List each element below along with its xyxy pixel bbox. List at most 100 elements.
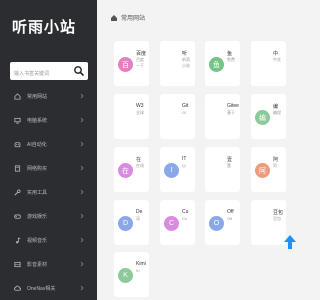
sidebar-item-materials[interactable]: 影音素材 xyxy=(0,252,97,276)
site-name: 在 xyxy=(136,157,142,163)
site-description: 豆包 xyxy=(273,216,281,221)
site-card[interactable]: I IT 以 xyxy=(160,147,195,192)
sidebar-item-label: 常用网站 xyxy=(27,93,48,100)
site-avatar: 百 xyxy=(118,57,133,72)
back-to-top-icon[interactable] xyxy=(283,234,297,250)
site-avatar: 阿 xyxy=(255,163,270,178)
site-description: 全球 xyxy=(136,110,144,115)
sidebar-item-label: 游戏娱乐 xyxy=(27,213,48,220)
site-avatar xyxy=(164,57,179,72)
site-card[interactable]: 壹壹 xyxy=(205,147,240,192)
site-name: De xyxy=(136,209,143,215)
chevron-right-icon xyxy=(80,213,84,219)
site-description: 基于 xyxy=(227,110,235,115)
site-card[interactable]: C Cu Cu xyxy=(160,200,195,245)
site-avatar: K xyxy=(118,268,133,283)
search-icon[interactable] xyxy=(73,65,85,77)
section-title-text: 常用网站 xyxy=(121,16,146,22)
sidebar-item-media[interactable]: 视频音乐 xyxy=(0,228,97,252)
site-name: Gitee xyxy=(227,103,239,109)
sidebar-item-ai[interactable]: AI自动化 xyxy=(0,132,97,156)
site-card[interactable]: Gitee 基于 xyxy=(205,94,240,139)
site-description: 中文 xyxy=(273,57,281,62)
site-description: 阿 xyxy=(273,163,277,168)
site-description: Off xyxy=(227,216,233,221)
site-card[interactable]: 听听雨小站 xyxy=(160,41,195,86)
sidebar-item-label: AI自动化 xyxy=(27,141,47,148)
site-name: 壹 xyxy=(227,157,233,163)
site-card[interactable]: D De 深 xyxy=(114,200,149,245)
site-card[interactable]: 中中文 xyxy=(251,41,286,86)
sidebar-item-label: 电脑系统 xyxy=(27,117,48,124)
gamepad-icon xyxy=(14,214,21,219)
site-avatar xyxy=(118,110,133,125)
site-name: W3 xyxy=(136,103,144,109)
site-card[interactable]: 百百度 百度一下 xyxy=(114,41,149,86)
sidebar-item-label: 视频音乐 xyxy=(27,237,48,244)
site-avatar xyxy=(255,216,270,231)
site-card[interactable]: 豆包 豆包 xyxy=(251,200,286,245)
site-name: Off xyxy=(227,209,234,215)
site-name: 阿 xyxy=(273,157,279,163)
sidebar-item-onenav[interactable]: OneNav相关 xyxy=(0,276,97,300)
film-icon xyxy=(14,261,21,267)
sidebar-item-label: OneNav相关 xyxy=(27,285,56,292)
site-description: 深 xyxy=(136,216,140,221)
site-avatar: 鱼 xyxy=(209,57,224,72)
chevron-right-icon xyxy=(80,189,84,195)
site-name: Git xyxy=(182,103,189,109)
site-card[interactable]: W3 全球 xyxy=(114,94,149,139)
sidebar-item-system[interactable]: 电脑系统 xyxy=(0,108,97,132)
chevron-right-icon xyxy=(80,117,84,123)
site-card[interactable]: 编编编程 xyxy=(251,94,286,139)
site-avatar: 在 xyxy=(118,163,133,178)
site-description: 百度一下 xyxy=(136,57,144,68)
site-avatar xyxy=(209,163,224,178)
site-name: 编 xyxy=(273,104,279,110)
site-avatar: D xyxy=(118,216,133,231)
site-avatar: I xyxy=(164,163,179,178)
site-name: Kimi xyxy=(136,261,146,267)
chevron-right-icon xyxy=(80,237,84,243)
search-box xyxy=(10,62,88,83)
chevron-right-icon xyxy=(80,93,84,99)
sidebar-item-tools[interactable]: 实用工具 xyxy=(0,180,97,204)
site-avatar xyxy=(255,57,270,72)
site-description: Gi xyxy=(182,110,186,115)
sidebar-item-label: 影音素材 xyxy=(27,261,48,268)
site-avatar: 编 xyxy=(255,110,270,125)
site-description: Cu xyxy=(182,216,188,221)
sidebar-item-shopping[interactable]: 网络购买 xyxy=(0,156,97,180)
site-card[interactable]: Git Gi xyxy=(160,94,195,139)
sidebar-item-common[interactable]: 常用网站 xyxy=(0,84,97,108)
site-card[interactable]: 鱼鱼免费 xyxy=(205,41,240,86)
site-card[interactable]: O Off Off xyxy=(205,200,240,245)
site-name: 百度 xyxy=(136,51,147,57)
site-avatar: C xyxy=(164,216,179,231)
search-input[interactable] xyxy=(10,65,72,83)
site-name: Cu xyxy=(182,209,189,215)
site-card[interactable]: 在在在线 xyxy=(114,147,149,192)
site-avatar xyxy=(164,110,179,125)
site-description: 听雨小站 xyxy=(182,57,190,68)
chevron-right-icon xyxy=(80,285,84,291)
site-card[interactable]: K Kimi Ki xyxy=(114,252,149,297)
site-description: 以 xyxy=(182,163,186,168)
site-name: 豆包 xyxy=(273,210,284,216)
cart-icon xyxy=(14,164,21,172)
site-name: 中 xyxy=(273,51,279,57)
site-name: 听 xyxy=(182,51,188,57)
site-logo[interactable]: 听雨小站 xyxy=(12,16,76,37)
site-description: 免费 xyxy=(227,57,235,62)
site-card[interactable]: 阿阿阿 xyxy=(251,147,286,192)
chevron-right-icon xyxy=(80,165,84,171)
site-name: 鱼 xyxy=(227,51,233,57)
site-description: 在线 xyxy=(136,163,144,168)
site-description: Ki xyxy=(136,268,140,273)
home-icon xyxy=(111,14,117,21)
chevron-right-icon xyxy=(80,261,84,267)
sidebar: 听雨小站 常用网站 电脑系统 AI自动化 网络购买 xyxy=(0,0,97,300)
section-title: 常用网站 xyxy=(110,13,145,22)
sidebar-item-games[interactable]: 游戏娱乐 xyxy=(0,204,97,228)
site-description: 壹 xyxy=(227,163,231,168)
